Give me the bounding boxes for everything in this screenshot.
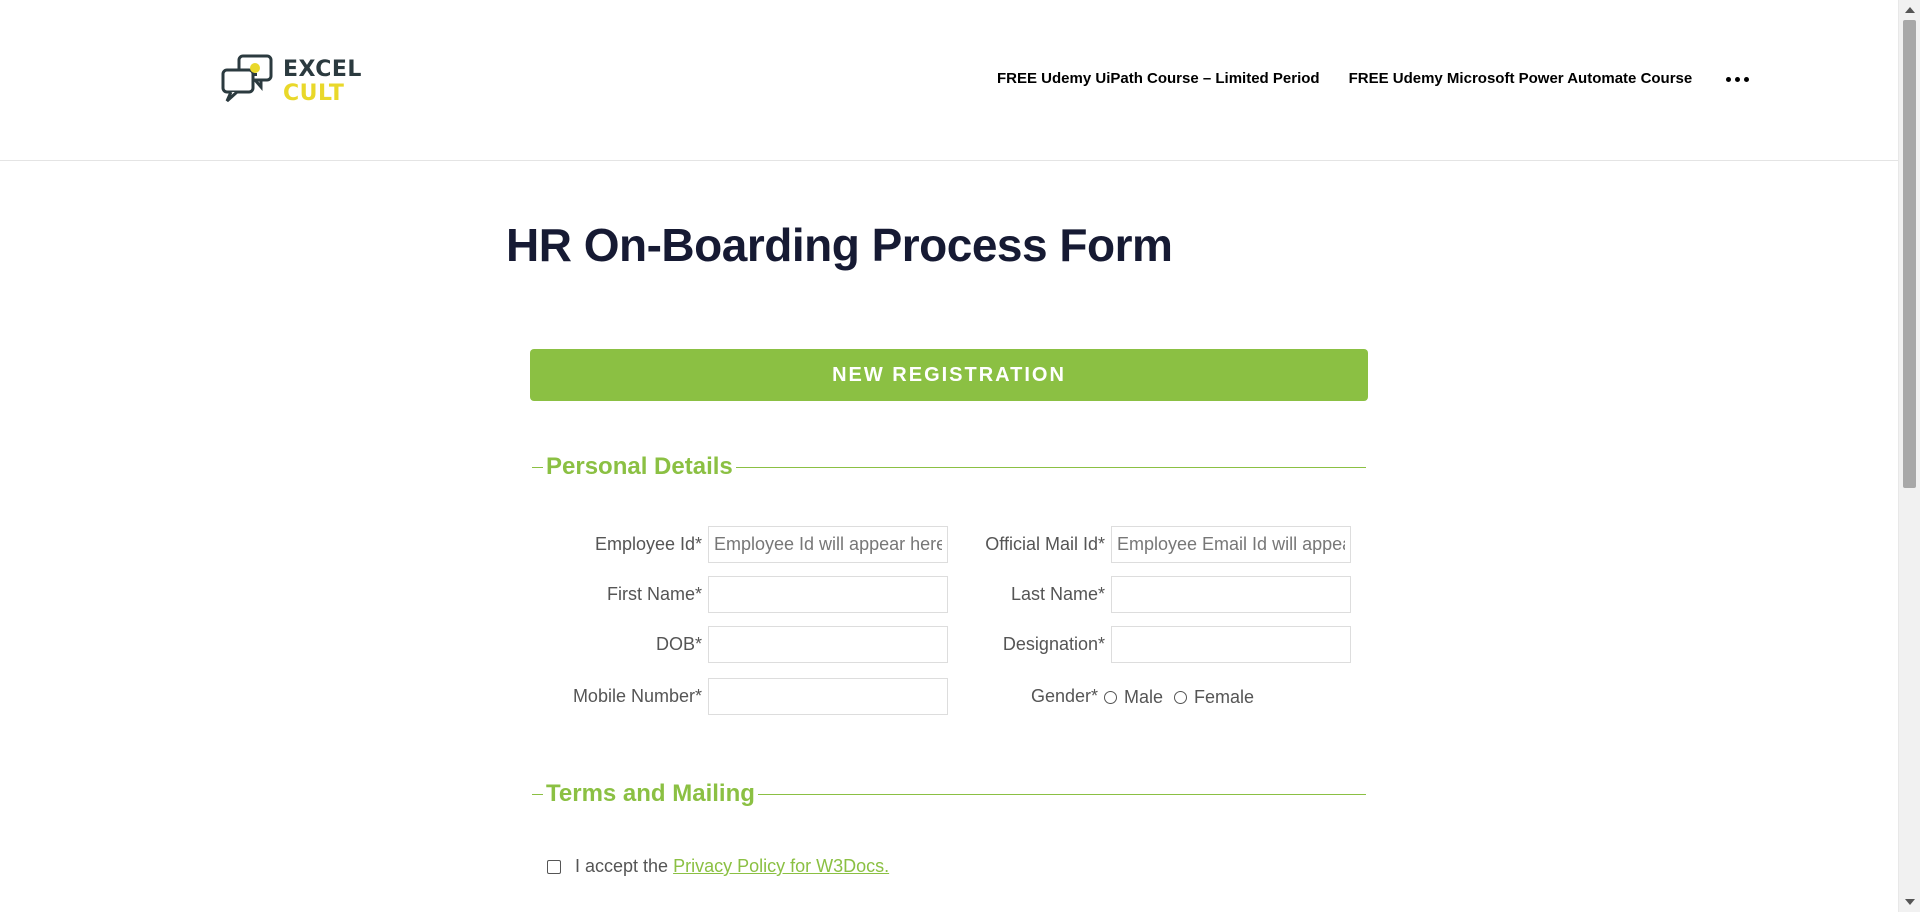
employee-id-label: Employee Id* [594,534,702,554]
more-menu-icon[interactable] [1726,77,1750,82]
employee-id-input[interactable] [708,526,948,563]
dob-input[interactable] [708,626,948,663]
page-title: HR On-Boarding Process Form [506,219,1173,271]
first-name-input[interactable] [708,576,948,613]
accept-privacy-text: I accept the Privacy Policy for W3Docs. [575,856,889,877]
gender-male-label[interactable]: Male [1124,687,1163,708]
nav-link-power-automate-course[interactable]: FREE Udemy Microsoft Power Automate Cour… [1349,70,1693,87]
designation-input[interactable] [1111,626,1351,663]
last-name-input[interactable] [1111,576,1351,613]
scroll-thumb[interactable] [1903,20,1916,488]
logo-wordmark: EXCEL CULT [283,58,362,106]
official-mail-label: Official Mail Id* [985,534,1105,554]
terms-mailing-section: Terms and Mailing [532,777,1366,811]
accept-privacy-checkbox[interactable] [547,860,561,874]
privacy-policy-link[interactable]: Privacy Policy for W3Docs. [673,856,889,876]
gender-female-radio[interactable] [1174,691,1187,704]
site-header: EXCEL CULT FREE Udemy UiPath Course – Li… [0,0,1898,161]
page-scrollbar[interactable] [1898,0,1920,912]
scroll-down-arrow-icon[interactable] [1905,899,1915,905]
personal-details-legend: Personal Details [543,450,736,484]
accept-prefix: I accept the [575,856,669,876]
official-mail-input[interactable] [1111,526,1351,563]
nav-link-uipath-course[interactable]: FREE Udemy UiPath Course – Limited Perio… [997,70,1320,87]
new-registration-banner: NEW REGISTRATION [530,349,1368,401]
first-name-label: First Name* [606,584,702,604]
last-name-label: Last Name* [1010,584,1105,604]
terms-mailing-legend: Terms and Mailing [543,777,758,811]
scroll-up-arrow-icon[interactable] [1905,7,1915,13]
main-nav: FREE Udemy UiPath Course – Limited Perio… [997,70,1750,87]
gender-male-radio[interactable] [1104,691,1117,704]
mobile-number-label: Mobile Number* [572,686,702,706]
dob-label: DOB* [655,634,702,654]
mobile-number-input[interactable] [708,678,948,715]
gender-label: Gender* [1030,686,1098,706]
excel-cult-logo[interactable]: EXCEL CULT [221,54,371,110]
logo-line-2: CULT [283,81,345,106]
chat-bubbles-icon [221,54,273,103]
logo-line-1: EXCEL [283,57,362,82]
designation-label: Designation* [1002,634,1105,654]
gender-female-label[interactable]: Female [1194,687,1254,708]
personal-details-section: Personal Details [532,450,1366,484]
